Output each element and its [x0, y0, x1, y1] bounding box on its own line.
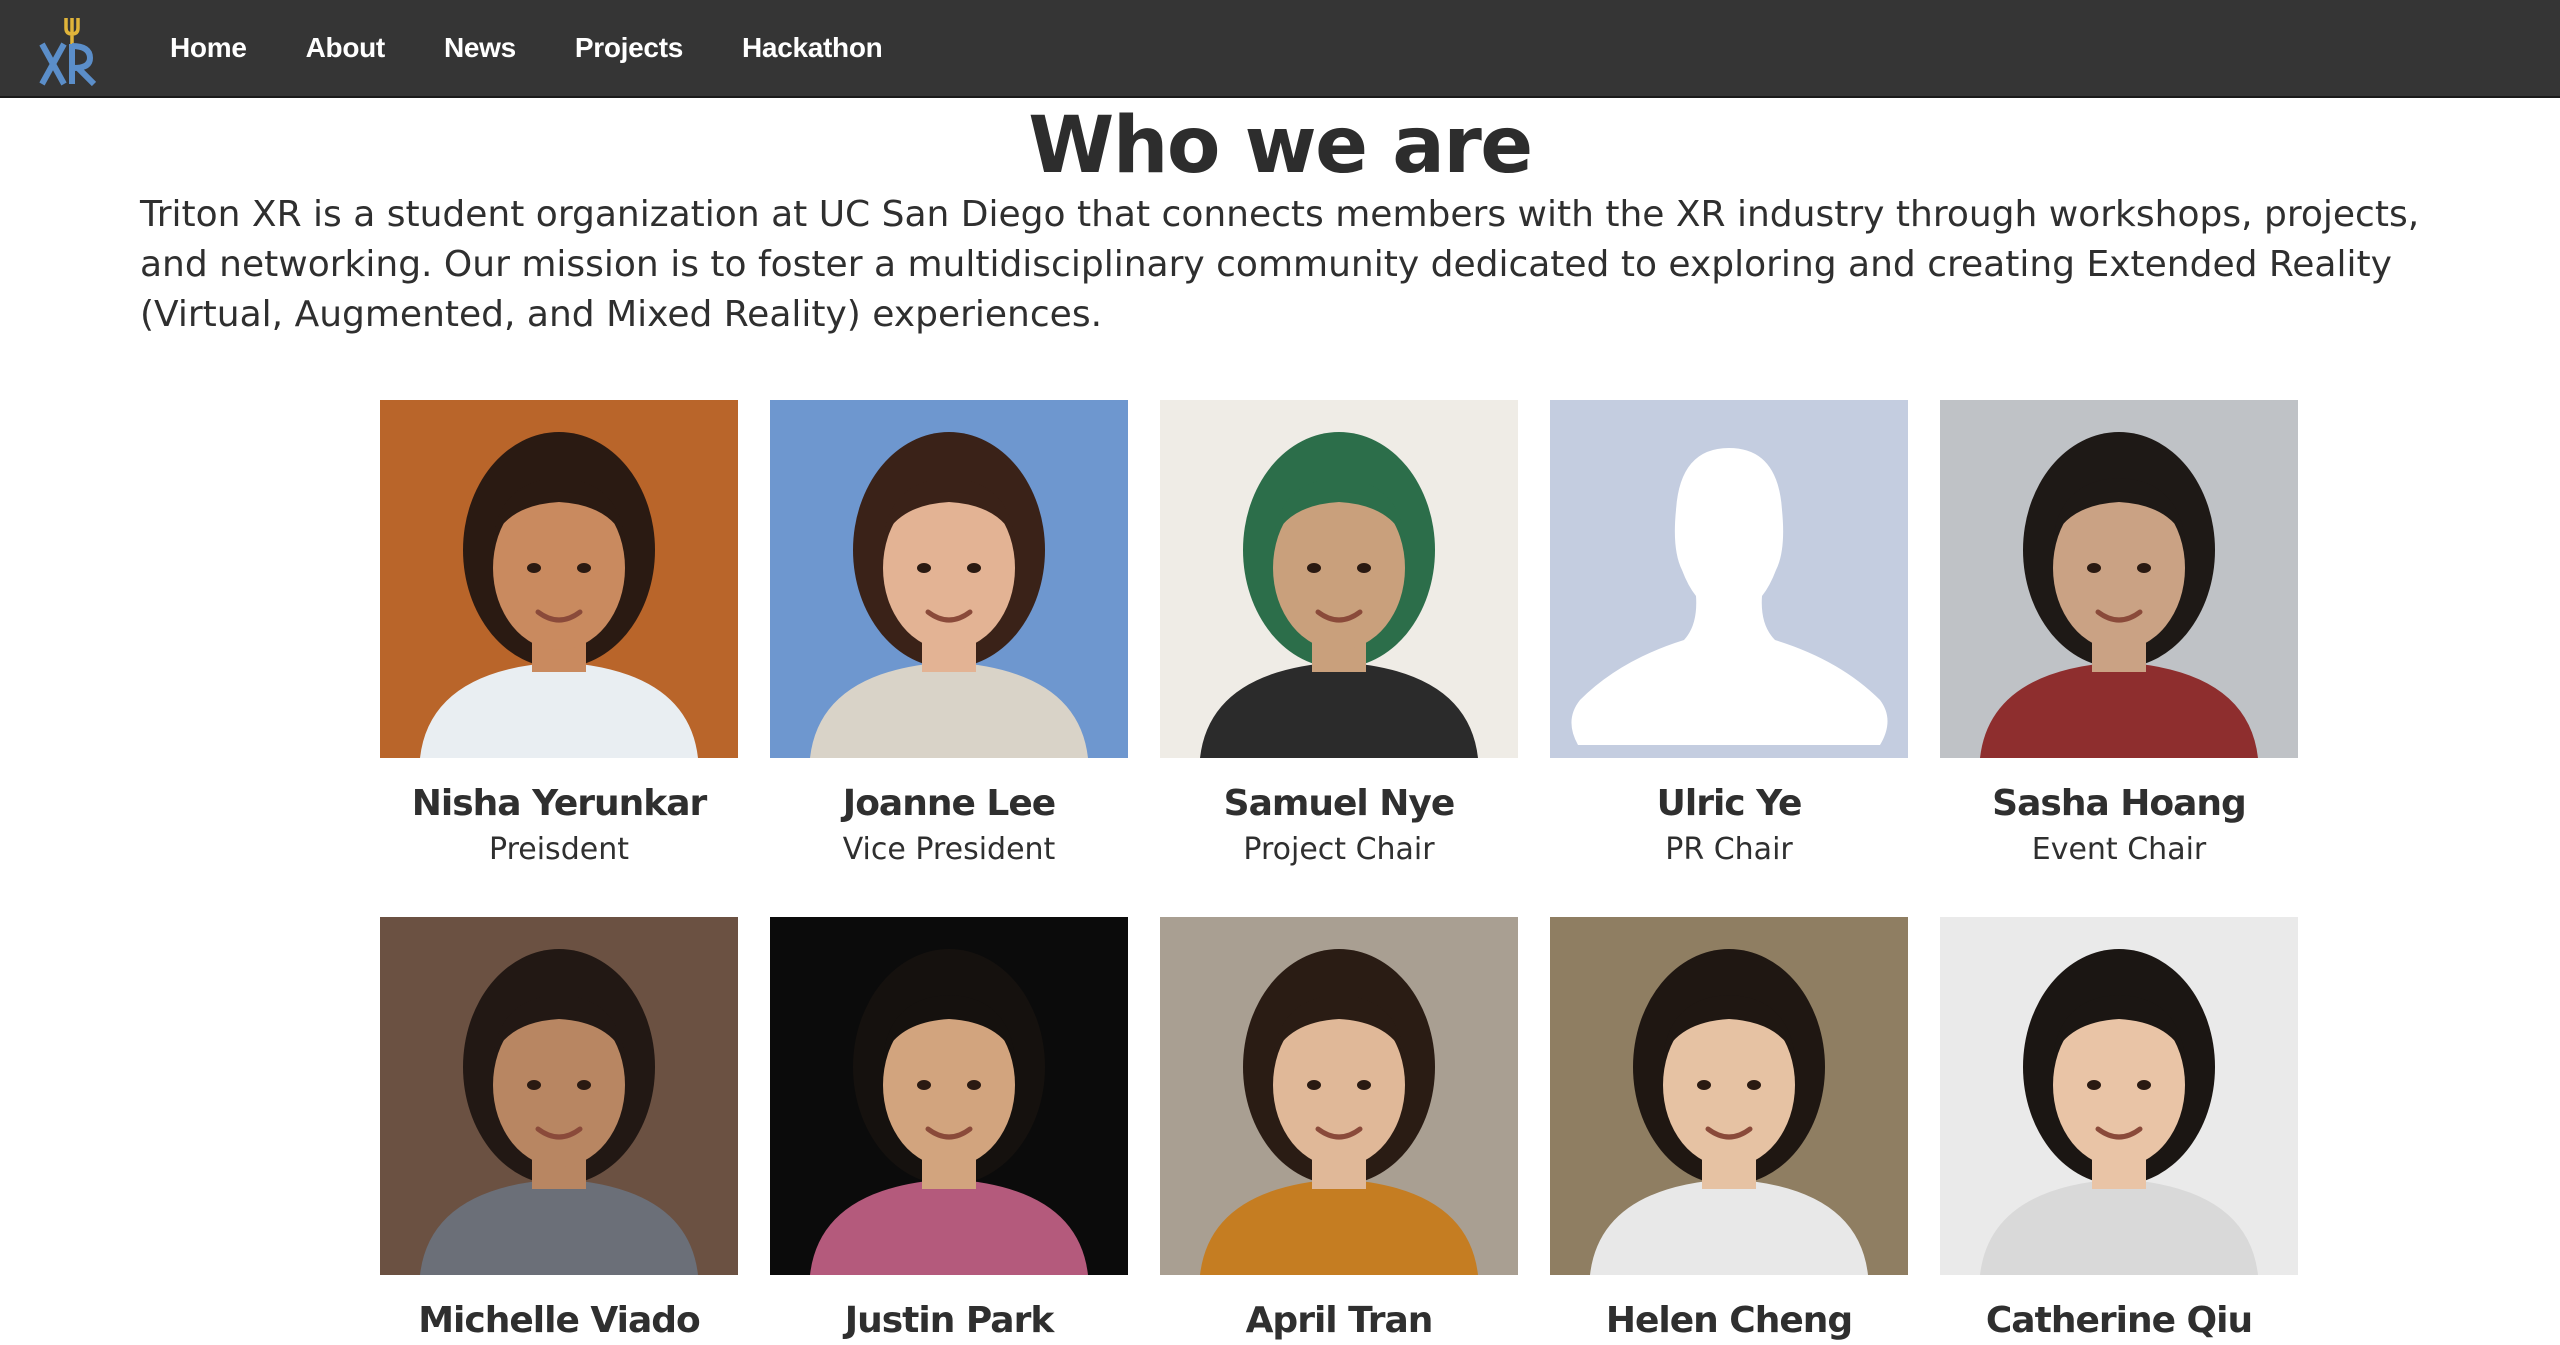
nav-link-news[interactable]: News [444, 32, 516, 64]
triton-xr-logo-icon [39, 18, 97, 87]
mission-statement: Triton XR is a student organization at U… [140, 194, 2420, 335]
nav-link-hackathon[interactable]: Hackathon [742, 32, 883, 64]
member-photo [380, 917, 738, 1275]
nav-link-home[interactable]: Home [170, 32, 247, 64]
member-photo [1940, 400, 2298, 758]
team-member-card: Joanne Lee Vice President [770, 400, 1128, 872]
member-portrait [1940, 917, 2298, 1275]
member-name: Nisha Yerunkar [411, 783, 708, 824]
member-portrait [1160, 400, 1518, 758]
nav-link-about[interactable]: About [306, 32, 386, 64]
member-name: Sasha Hoang [1992, 783, 2247, 824]
member-photo [1550, 917, 1908, 1275]
member-photo [380, 400, 738, 758]
member-name: April Tran [1245, 1300, 1434, 1341]
team-member-card: Helen Cheng [1550, 917, 1908, 1345]
page-title: Who we are [1028, 101, 1533, 191]
member-photo [1550, 400, 1908, 758]
team-member-card: Catherine Qiu [1940, 917, 2298, 1345]
member-name: Ulric Ye [1656, 783, 1803, 824]
member-portrait [1160, 917, 1518, 1275]
team-member-card: Sasha Hoang Event Chair [1940, 400, 2298, 872]
member-photo [1160, 917, 1518, 1275]
member-portrait [380, 400, 738, 758]
member-portrait [770, 917, 1128, 1275]
member-portrait [1940, 400, 2298, 758]
member-photo [1160, 400, 1518, 758]
member-name: Helen Cheng [1605, 1300, 1853, 1341]
team-member-card: Ulric Ye PR Chair [1550, 400, 1908, 872]
avatar-placeholder-icon [1550, 400, 1908, 758]
member-photo [1940, 917, 2298, 1275]
member-role: Project Chair [1243, 832, 1435, 867]
member-portrait [770, 400, 1128, 758]
member-role: Vice President [842, 832, 1056, 867]
member-portrait [1550, 917, 1908, 1275]
navbar: Home About News Projects Hackathon [0, 0, 2560, 98]
team-member-card: Michelle Viado [380, 917, 738, 1345]
member-role: Preisdent [489, 832, 629, 867]
member-photo [770, 917, 1128, 1275]
nav-links: Home About News Projects Hackathon [170, 0, 941, 96]
member-name: Michelle Viado [418, 1300, 701, 1341]
member-name: Samuel Nye [1223, 783, 1456, 824]
nav-link-projects[interactable]: Projects [575, 32, 683, 64]
member-role: PR Chair [1665, 832, 1793, 867]
member-name: Catherine Qiu [1985, 1300, 2253, 1341]
member-name: Joanne Lee [842, 783, 1056, 824]
member-portrait [380, 917, 738, 1275]
member-name: Justin Park [844, 1300, 1055, 1341]
triton-xr-logo[interactable] [38, 14, 102, 90]
team-member-card: Nisha Yerunkar Preisdent [380, 400, 738, 872]
team-member-card: Samuel Nye Project Chair [1160, 400, 1518, 872]
team-member-card: April Tran [1160, 917, 1518, 1345]
member-role: Event Chair [2031, 832, 2207, 867]
member-photo [770, 400, 1128, 758]
team-member-card: Justin Park [770, 917, 1128, 1345]
